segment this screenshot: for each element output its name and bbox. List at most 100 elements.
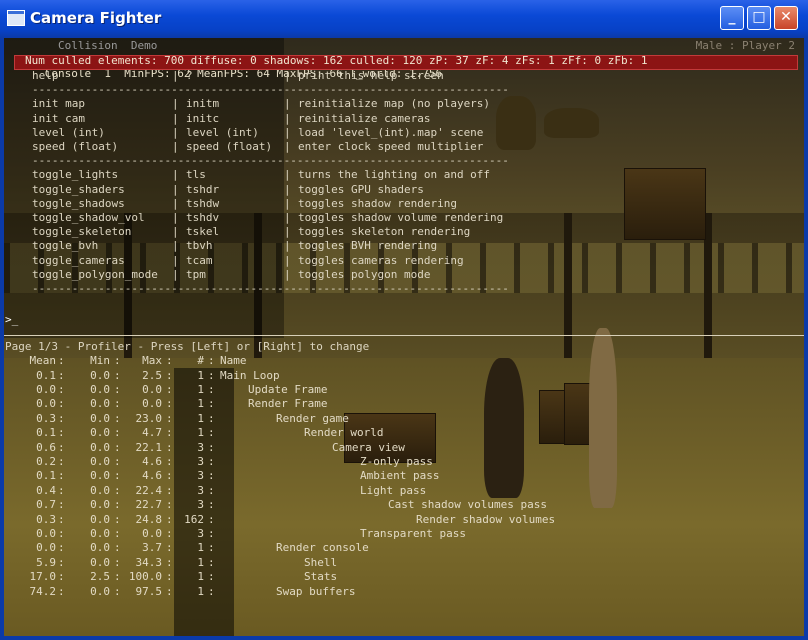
command-shortcut: speed (float) — [186, 140, 273, 153]
profiler-count-cell: 3 — [197, 469, 204, 483]
profiler-col-sep-cell: : — [58, 584, 65, 598]
profiler-col-sep-cell: : — [208, 382, 215, 396]
profiler-col-sep-cell: : — [166, 397, 173, 411]
profiler-col-sep-cell: : — [166, 541, 173, 555]
profiler-col-sep-cell: : — [58, 483, 65, 497]
profiler-col-sep-header: : — [58, 354, 65, 367]
column-separator: | — [172, 69, 179, 82]
profiler-col-sep-cell: : — [114, 570, 121, 584]
profiler-col-sep-cell: : — [166, 526, 173, 540]
profiler-count-cell: 1 — [197, 382, 204, 396]
command-name: level (int) — [32, 125, 105, 139]
profiler-mean-cell: 0.0 — [36, 541, 56, 555]
help-divider: ----------------------------------------… — [32, 83, 509, 97]
profiler-col-sep-cell: : — [114, 483, 121, 497]
profiler-mean-cell: 0.3 — [36, 512, 56, 526]
profiler-max-cell: 4.7 — [142, 426, 162, 440]
command-shortcut: initm — [186, 97, 220, 111]
window-frame-bottom — [0, 636, 808, 640]
profiler-name-cell: Camera view — [332, 440, 405, 454]
command-description: toggles BVH rendering — [298, 239, 438, 253]
profiler-max-header: Max — [142, 354, 162, 367]
profiler-row: 0.0:0.0:0.0:1: Render Frame — [4, 397, 804, 411]
profiler-col-sep-cell: : — [114, 426, 121, 440]
profiler-col-sep-cell: : — [208, 454, 215, 468]
profiler-max-cell: 0.0 — [142, 526, 162, 540]
profiler-max-cell: 0.0 — [142, 382, 162, 396]
profiler-col-sep-cell: : — [114, 397, 121, 411]
profiler-min-cell: 0.0 — [90, 411, 110, 425]
profiler-col-sep-cell: : — [166, 512, 173, 526]
profiler-mean-cell: 0.1 — [36, 426, 56, 440]
maximize-button[interactable]: □ — [747, 6, 771, 30]
profiler-name-cell: Z-only pass — [360, 454, 433, 468]
profiler-col-sep-cell: : — [58, 368, 65, 382]
profiler-col-sep-cell: : — [114, 382, 121, 396]
profiler-row: 0.0:0.0:3.7:1: Render console — [4, 541, 804, 555]
command-description: toggles shadow rendering — [298, 196, 457, 210]
profiler-col-sep-cell: : — [58, 498, 65, 512]
profiler-count-cell: 3 — [197, 440, 204, 454]
profiler-name-cell: Render shadow volumes — [416, 512, 556, 526]
profiler-row: 0.7:0.0:22.7:3: Cast shadow volumes pass — [4, 498, 804, 512]
game-viewport[interactable]: Collision Demo Console 1 MinFPS: 62 Mean… — [4, 38, 804, 636]
profiler-mean-cell: 0.1 — [36, 469, 56, 483]
profiler-name-cell: Cast shadow volumes pass — [388, 498, 547, 512]
command-description: toggles cameras rendering — [298, 253, 464, 267]
column-separator: | — [284, 267, 291, 281]
profiler-name-cell: Render Frame — [248, 397, 328, 411]
column-separator: | — [284, 253, 291, 267]
command-name: toggle_bvh — [32, 239, 99, 253]
profiler-mean-cell: 0.0 — [36, 526, 56, 540]
profiler-count-cell: 3 — [197, 526, 204, 540]
profiler-mean-cell: 0.2 — [36, 454, 56, 468]
profiler-min-cell: 0.0 — [90, 368, 110, 382]
profiler-col-sep-cell: : — [114, 440, 121, 454]
profiler-col-sep-cell: : — [166, 368, 173, 382]
command-shortcut: tshdv — [186, 211, 220, 224]
profiler-row: 0.3:0.0:23.0:1: Render game — [4, 412, 804, 426]
profiler-name-cell: Render console — [276, 541, 369, 555]
profiler-col-sep-cell: : — [114, 411, 121, 425]
profiler-col-sep-cell: : — [166, 469, 173, 483]
column-separator: | — [284, 211, 291, 224]
column-separator: | — [172, 111, 179, 125]
profiler-min-cell: 0.0 — [90, 526, 110, 540]
command-description: print this help screen — [298, 69, 444, 82]
profiler-col-sep-cell: : — [58, 397, 65, 411]
profiler-mean-cell: 0.0 — [36, 382, 56, 396]
console-prompt[interactable]: >_ — [5, 313, 18, 327]
column-separator: | — [172, 239, 179, 253]
profiler-col-sep-cell: : — [58, 570, 65, 584]
profiler-count-cell: 1 — [197, 555, 204, 569]
column-separator: | — [172, 168, 179, 182]
profiler-row: 0.1:0.0:2.5:1: Main Loop — [4, 369, 804, 383]
command-name: init map — [32, 97, 85, 111]
help-divider: ----------------------------------------… — [32, 282, 509, 295]
player-label: Male : Player 2 — [695, 39, 795, 52]
profiler-col-sep-cell: : — [58, 426, 65, 440]
minimize-button[interactable]: _ — [720, 6, 744, 30]
column-separator: | — [172, 267, 179, 281]
profiler-min-cell: 0.0 — [90, 512, 110, 526]
close-button[interactable]: ✕ — [774, 6, 798, 30]
profiler-col-sep-cell: : — [114, 368, 121, 382]
command-shortcut: initc — [186, 111, 220, 125]
title-bar[interactable]: Camera Fighter _ □ ✕ — [0, 0, 808, 39]
cull-stats-text: Num culled elements: 700 diffuse: 0 shad… — [25, 54, 648, 67]
profiler-count-header: # — [197, 354, 204, 367]
profiler-col-sep-cell: : — [208, 498, 215, 512]
profiler-count-cell: 1 — [197, 397, 204, 411]
profiler-min-header: Min — [90, 354, 110, 367]
profiler-col-sep-cell: : — [58, 526, 65, 540]
profiler-max-cell: 2.5 — [142, 368, 162, 382]
profiler-max-cell: 34.3 — [135, 555, 163, 569]
column-separator: | — [284, 140, 291, 153]
close-icon: ✕ — [780, 9, 792, 25]
profiler-min-cell: 0.0 — [90, 584, 110, 598]
app-window-icon — [7, 10, 25, 26]
profiler-max-cell: 24.8 — [135, 512, 163, 526]
profiler-min-cell: 0.0 — [90, 469, 110, 483]
column-separator: | — [284, 69, 291, 82]
profiler-col-sep-cell: : — [208, 512, 215, 526]
